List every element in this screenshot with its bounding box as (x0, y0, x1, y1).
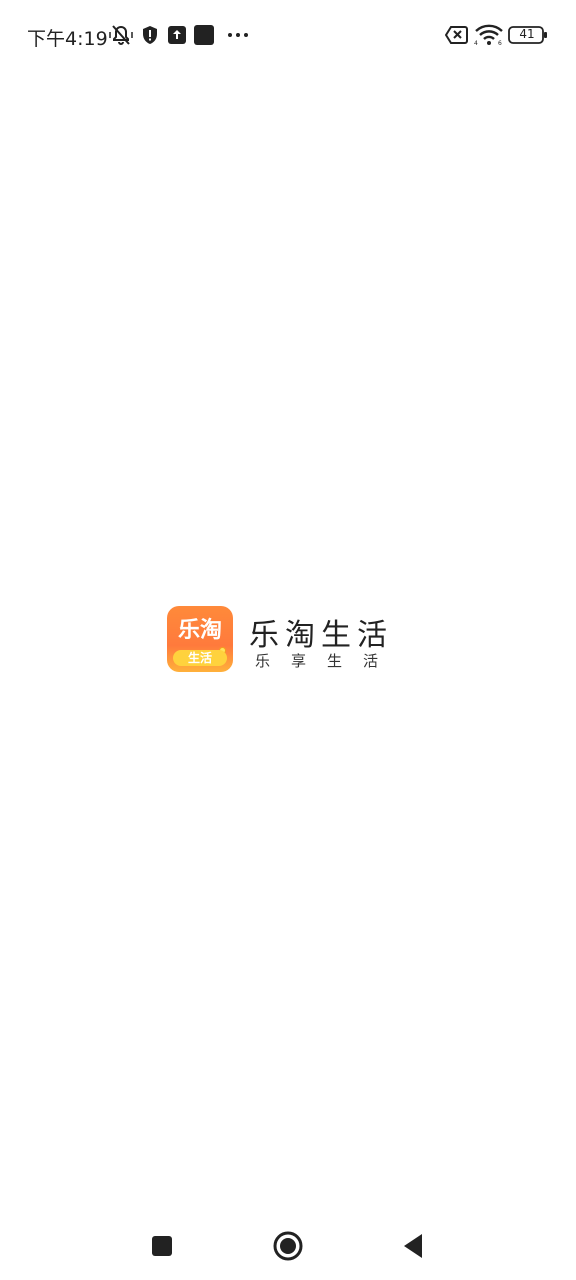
stop-square-icon (193, 24, 215, 46)
silent-bell-icon (108, 24, 134, 46)
app-name: 乐淘生活 (249, 618, 393, 653)
recents-button[interactable] (142, 1226, 182, 1266)
more-dots-icon (226, 24, 250, 46)
svg-text:6: 6 (498, 40, 502, 46)
svg-text:4: 4 (474, 40, 478, 46)
shield-alert-icon (140, 24, 160, 46)
app-logo: 乐淘 生活 (167, 606, 233, 672)
splash-brand: 乐淘 生活 乐淘生活 乐享生活 (167, 606, 407, 674)
status-time: 下午4:19 (27, 28, 108, 50)
recents-square-icon (152, 1236, 172, 1256)
sim-error-icon (445, 24, 469, 46)
status-bar: 下午4:19 4 6 41 (0, 0, 576, 72)
back-button[interactable] (393, 1226, 433, 1266)
app-slogan: 乐享生活 (255, 652, 400, 670)
home-circle-icon (273, 1231, 303, 1261)
back-triangle-icon (404, 1234, 422, 1258)
wifi-icon: 4 6 (474, 24, 504, 46)
navigation-bar (0, 1210, 576, 1280)
logo-text-bottom: 生活 (173, 650, 227, 666)
battery-level: 41 (519, 27, 535, 41)
logo-text-top: 乐淘 (177, 618, 222, 643)
home-button[interactable] (268, 1226, 308, 1266)
upload-icon (167, 24, 187, 46)
